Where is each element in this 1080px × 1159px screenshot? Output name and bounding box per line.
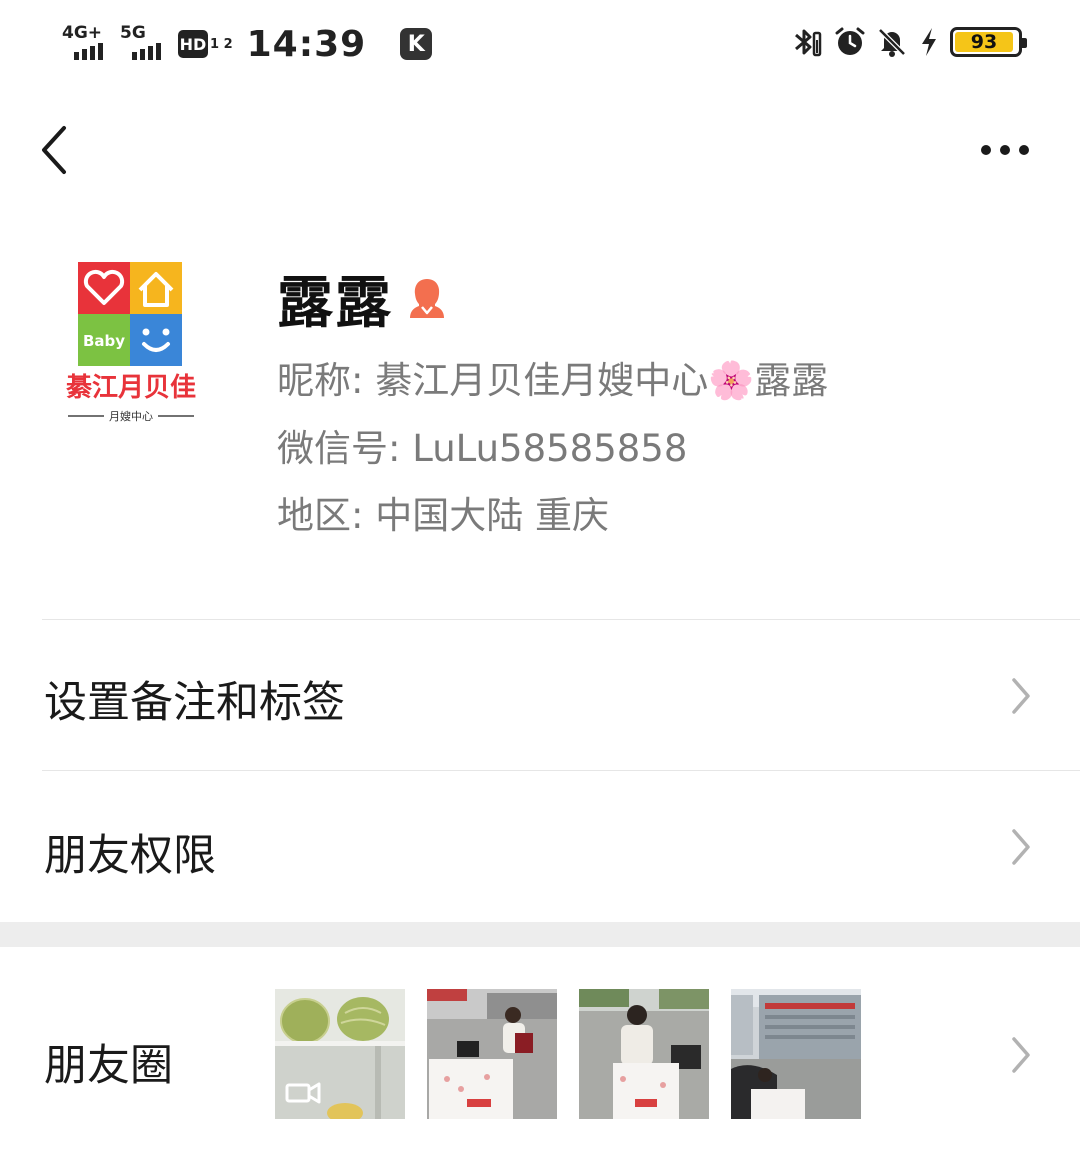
moments-thumbnail-photo[interactable] [427,989,557,1119]
profile-name: 露露 [277,270,393,336]
wechat-id-value[interactable]: LuLu58585858 [412,427,687,470]
avatar-logo-text: 綦江月贝佳 [66,373,196,403]
chevron-left-icon [42,126,66,174]
moments-label: 朋友圈 [44,1041,173,1091]
signal-5g-icon: 5G [120,24,168,64]
bluetooth-icon [795,29,822,57]
wechat-id-label: 微信号: [277,427,413,470]
nickname-value: 綦江月贝佳月嫂中心🌸露露 [375,359,829,402]
walking-photo [579,989,709,1119]
mute-bell-icon [878,28,906,57]
moments-thumbnail-video[interactable] [275,989,405,1119]
more-options-button[interactable] [970,130,1040,170]
network-type-label: 4G+ [62,23,103,43]
alarm-icon [835,27,865,55]
avatar[interactable]: Baby 綦江月贝佳 月嫂中心 [42,250,220,428]
region-value: 中国大陆 重庆 [375,494,609,537]
signal-4g-icon: 4G+ [62,24,110,64]
avatar-logo: Baby 綦江月贝佳 月嫂中心 [42,250,220,428]
hd-sim-label: 1 2 [210,36,233,52]
chevron-right-icon [1012,829,1030,865]
moments-thumbnail-photo[interactable] [731,989,861,1119]
hd-voice-icon: HD [178,30,208,58]
chevron-right-icon [1012,678,1030,714]
female-gender-icon [410,279,444,318]
friend-permissions-row[interactable]: 朋友权限 [0,771,1080,922]
region-label: 地区: [277,494,376,537]
network-type-label-2: 5G [120,23,146,43]
avatar-baby-text: Baby [83,332,125,350]
moments-thumbnail-photo[interactable] [579,989,709,1119]
battery-icon: 93 [950,27,1027,57]
plaza-photo [427,989,557,1119]
building-photo [731,989,861,1119]
moments-thumbnails [275,989,861,1119]
charging-icon [922,28,936,56]
back-button[interactable] [36,122,76,178]
more-dot-icon [981,145,991,155]
chevron-right-icon [1012,1037,1030,1073]
status-bar-right: 93 [790,22,1027,62]
profile-name-row: 露露 [277,262,447,336]
section-gap [0,922,1080,947]
app-notification-icon: K [400,28,433,60]
status-bar-left: 4G+ 5G HD 1 2 14:39 K [62,22,433,66]
wechat-id-line[interactable]: 微信号: LuLu58585858 [277,418,687,472]
more-dot-icon [1019,145,1029,155]
set-remark-and-tags-row[interactable]: 设置备注和标签 [0,620,1080,770]
status-time: 14:39 [246,23,367,65]
friend-permissions-label: 朋友权限 [44,831,216,881]
set-remark-label: 设置备注和标签 [44,678,345,728]
nickname-line: 昵称: 綦江月贝佳月嫂中心🌸露露 [277,350,828,404]
battery-level: 93 [970,31,998,53]
region-line: 地区: 中国大陆 重庆 [277,485,609,539]
nickname-label: 昵称: [277,359,376,402]
status-bar: 4G+ 5G HD 1 2 14:39 K 93 [0,0,1080,86]
avatar-sub-text: 月嫂中心 [109,410,153,423]
more-dot-icon [1000,145,1010,155]
melon-photo [275,989,405,1119]
